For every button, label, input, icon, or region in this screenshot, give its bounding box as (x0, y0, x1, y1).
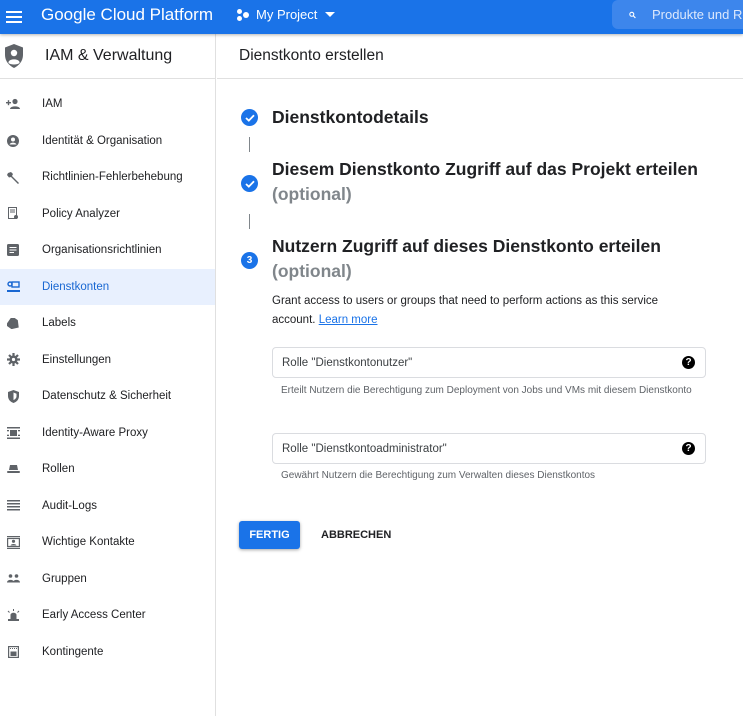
person-add-icon (6, 97, 20, 111)
help-icon[interactable]: ? (682, 356, 695, 369)
gear-icon (6, 353, 20, 367)
alarm-light-icon (6, 608, 20, 622)
step-optional: (optional) (272, 261, 352, 281)
service-account-admin-role-field[interactable]: Rolle "Dienstkontoadministrator" ? (272, 433, 706, 464)
sidebar: IAM & Verwaltung IAM Identität & Organis… (0, 34, 216, 716)
sidebar-item-label: Labels (42, 317, 76, 330)
sidebar-item-label: Kontingente (42, 645, 104, 658)
sidebar-item-label: Wichtige Kontakte (42, 536, 135, 549)
menu-icon[interactable] (6, 8, 22, 26)
sidebar-item-label: Identität & Organisation (42, 134, 163, 147)
sidebar-item-identity-aware-proxy[interactable]: Identity-Aware Proxy (0, 415, 215, 452)
sidebar-item-label: Gruppen (42, 572, 87, 585)
step-description: Grant access to users or groups that nee… (272, 292, 692, 330)
top-app-bar: Google Cloud Platform My Project (0, 0, 743, 34)
step-optional: (optional) (272, 184, 352, 204)
sidebar-nav: IAM Identität & Organisation Richtlinien… (0, 86, 215, 670)
learn-more-link[interactable]: Learn more (319, 314, 378, 326)
search-box[interactable] (612, 0, 743, 29)
field-hint: Erteilt Nutzern die Berechtigung zum Dep… (281, 385, 692, 396)
list-document-icon (6, 243, 20, 257)
step-connector (249, 214, 250, 229)
step-title: Nutzern Zugriff auf dieses Dienstkonto e… (272, 236, 661, 256)
sidebar-item-dienstkonten[interactable]: Dienstkonten (0, 268, 215, 305)
account-circle-icon (6, 134, 20, 148)
wrench-icon (6, 170, 20, 184)
cancel-button[interactable]: ABBRECHEN (313, 521, 399, 549)
sidebar-item-label: Einstellungen (42, 353, 112, 366)
proxy-icon (6, 426, 20, 440)
service-account-user-role-field[interactable]: Rolle "Dienstkontonutzer" ? (272, 347, 706, 378)
done-button[interactable]: FERTIG (239, 521, 300, 549)
quota-icon (6, 645, 20, 659)
sidebar-item-label: Early Access Center (42, 609, 146, 622)
sidebar-item-labels[interactable]: Labels (0, 305, 215, 342)
step-number-badge: 3 (241, 252, 258, 269)
project-name: My Project (256, 7, 318, 22)
sidebar-item-identitaet-organisation[interactable]: Identität & Organisation (0, 123, 215, 160)
step-connector (249, 137, 250, 152)
sidebar-item-wichtige-kontakte[interactable]: Wichtige Kontakte (0, 524, 215, 561)
search-icon (629, 11, 636, 18)
step-1[interactable]: Dienstkontodetails (241, 107, 429, 128)
sidebar-item-label: Dienstkonten (42, 280, 110, 293)
help-icon[interactable]: ? (682, 442, 695, 455)
sidebar-item-label: Audit-Logs (42, 499, 97, 512)
step-title: Diesem Dienstkonto Zugriff auf das Proje… (272, 159, 698, 179)
contact-card-icon (6, 535, 20, 549)
check-circle-icon (241, 175, 258, 192)
check-circle-icon (241, 109, 258, 126)
search-input[interactable] (652, 7, 743, 22)
iam-shield-icon (5, 44, 23, 68)
sidebar-item-label: Identity-Aware Proxy (42, 426, 148, 439)
step-2[interactable]: Diesem Dienstkonto Zugriff auf das Proje… (241, 159, 698, 205)
sidebar-item-gruppen[interactable]: Gruppen (0, 561, 215, 598)
sidebar-item-iam[interactable]: IAM (0, 86, 215, 123)
sidebar-item-label: Richtlinien-Fehlerbehebung (42, 171, 183, 184)
step-title: Dienstkontodetails (272, 107, 429, 127)
sidebar-item-audit-logs[interactable]: Audit-Logs (0, 488, 215, 525)
chevron-down-icon (325, 12, 336, 17)
service-account-icon (6, 280, 20, 294)
project-selector[interactable]: My Project (237, 7, 336, 22)
sidebar-item-einstellungen[interactable]: Einstellungen (0, 342, 215, 379)
sidebar-item-label: Rollen (42, 463, 75, 476)
shield-icon (6, 389, 20, 403)
page-title: Dienstkonto erstellen (217, 34, 743, 79)
hat-icon (6, 462, 20, 476)
main-content: Dienstkonto erstellen Dienstkontodetails… (217, 34, 743, 716)
field-placeholder: Rolle "Dienstkontonutzer" (282, 356, 413, 369)
project-dots-icon (237, 8, 250, 21)
sidebar-title: IAM & Verwaltung (45, 47, 173, 64)
document-search-icon (6, 207, 20, 221)
field-hint: Gewährt Nutzern die Berechtigung zum Ver… (281, 470, 596, 481)
label-icon (6, 316, 20, 330)
sidebar-item-label: Policy Analyzer (42, 207, 120, 220)
step-3[interactable]: 3 Nutzern Zugriff auf dieses Dienstkonto… (241, 236, 661, 282)
group-icon (6, 572, 20, 586)
sidebar-header: IAM & Verwaltung (0, 34, 215, 79)
sidebar-item-kontingente[interactable]: Kontingente (0, 634, 215, 671)
lines-icon (6, 499, 20, 513)
sidebar-item-rollen[interactable]: Rollen (0, 451, 215, 488)
sidebar-item-organisationsrichtlinien[interactable]: Organisationsrichtlinien (0, 232, 215, 269)
sidebar-item-datenschutz-sicherheit[interactable]: Datenschutz & Sicherheit (0, 378, 215, 415)
sidebar-item-label: Datenschutz & Sicherheit (42, 390, 172, 403)
sidebar-item-early-access-center[interactable]: Early Access Center (0, 597, 215, 634)
sidebar-item-label: IAM (42, 98, 63, 111)
sidebar-item-richtlinien-fehlerbehebung[interactable]: Richtlinien-Fehlerbehebung (0, 159, 215, 196)
app-title[interactable]: Google Cloud Platform (41, 5, 213, 25)
field-placeholder: Rolle "Dienstkontoadministrator" (282, 442, 447, 455)
sidebar-item-label: Organisationsrichtlinien (42, 244, 162, 257)
sidebar-item-policy-analyzer[interactable]: Policy Analyzer (0, 196, 215, 233)
